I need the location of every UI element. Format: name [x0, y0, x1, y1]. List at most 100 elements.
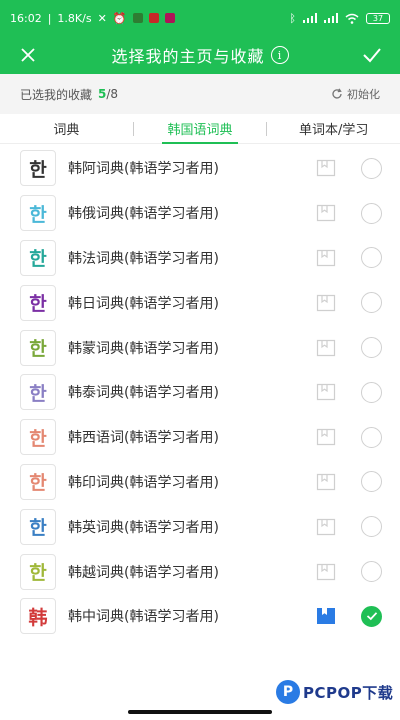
dictionary-name: 韩日词典(韩语学习者用) [68, 295, 219, 312]
dictionary-badge-icon: 한 [20, 374, 56, 411]
dictionary-name: 韩印词典(韩语学习者用) [68, 474, 219, 491]
watermark: P PCPOP下载 [276, 680, 393, 704]
select-radio[interactable] [361, 561, 382, 583]
dictionary-badge-icon: 한 [20, 150, 56, 187]
bookmark-outline-icon [316, 384, 336, 401]
set-homepage-button[interactable] [315, 561, 337, 583]
dictionary-name: 韩泰词典(韩语学习者用) [68, 385, 219, 402]
confirm-button[interactable] [344, 36, 400, 74]
set-homepage-button[interactable] [315, 337, 337, 359]
bookmark-outline-icon [316, 429, 336, 446]
dictionary-badge-icon: 한 [20, 553, 56, 590]
dictionary-row[interactable]: 한 韩法词典(韩语学习者用) [0, 236, 400, 281]
set-homepage-button[interactable] [315, 516, 337, 538]
page-title: 选择我的主页与收藏 [111, 47, 265, 66]
dictionary-row[interactable]: 한 韩西语词(韩语学习者用) [0, 415, 400, 460]
dictionary-row[interactable]: 한 韩泰词典(韩语学习者用) [0, 370, 400, 415]
bookmark-outline-icon [316, 563, 336, 580]
alarm-icon: ⏰ [112, 11, 127, 25]
status-net-speed: 1.8K/s [57, 11, 92, 25]
tab-label: 词典 [53, 123, 80, 138]
reset-label: 初始化 [347, 88, 380, 101]
bookmark-outline-icon [316, 339, 336, 356]
favorites-count-label: 已选我的收藏 [20, 87, 93, 102]
tab-dictionary[interactable]: 词典 [0, 114, 133, 143]
bookmark-outline-icon [316, 518, 336, 535]
bookmark-outline-icon [316, 249, 336, 267]
tab-korean-dictionary[interactable]: 韩国语词典 [134, 114, 267, 144]
dictionary-badge-icon: 韩 [20, 598, 56, 635]
select-radio[interactable] [361, 471, 382, 493]
select-radio[interactable] [361, 426, 382, 448]
wifi-icon [345, 13, 359, 24]
bookmark-outline-icon [316, 473, 336, 491]
dictionary-name: 韩英词典(韩语学习者用) [68, 519, 219, 536]
select-radio[interactable] [361, 381, 382, 403]
dictionary-name: 韩法词典(韩语学习者用) [68, 250, 219, 267]
title-group: 选择我的主页与收藏 i [56, 43, 344, 67]
status-time: 16:02 [10, 11, 42, 25]
dictionary-badge-icon: 한 [20, 329, 56, 366]
home-indicator[interactable] [128, 710, 272, 714]
bookmark-outline-icon [316, 160, 336, 177]
select-radio[interactable] [361, 337, 382, 359]
title-bar: 选择我的主页与收藏 i [0, 36, 400, 74]
tab-wordbook[interactable]: 单词本/学习 [267, 114, 400, 143]
dictionary-row[interactable]: 한 韩日词典(韩语学习者用) [0, 280, 400, 325]
favorites-count-bar: 已选我的收藏 5 / 8 初始化 [0, 74, 400, 114]
select-radio[interactable] [361, 202, 382, 224]
dictionary-name: 韩阿词典(韩语学习者用) [68, 161, 219, 178]
dictionary-badge-icon: 한 [20, 284, 56, 321]
signal-icon [303, 13, 317, 23]
watermark-logo: P [276, 680, 300, 704]
dictionary-name: 韩西语词(韩语学习者用) [68, 430, 219, 447]
select-radio[interactable] [361, 605, 382, 627]
dictionary-row[interactable]: 한 韩阿词典(韩语学习者用) [0, 146, 400, 191]
set-homepage-button[interactable] [315, 471, 337, 493]
dictionary-badge-icon: 한 [20, 239, 56, 276]
dictionary-name: 韩越词典(韩语学习者用) [68, 564, 219, 581]
set-homepage-button[interactable] [315, 157, 337, 179]
dictionary-row[interactable]: 한 韩英词典(韩语学习者用) [0, 504, 400, 549]
dictionary-name: 韩俄词典(韩语学习者用) [68, 206, 219, 223]
bookmark-filled-icon [317, 608, 335, 625]
set-homepage-button[interactable] [315, 292, 337, 314]
dictionary-row[interactable]: 한 韩印词典(韩语学习者用) [0, 460, 400, 505]
set-homepage-button[interactable] [315, 605, 337, 627]
tab-bar: 词典 韩国语词典 单词本/学习 [0, 114, 400, 144]
close-button[interactable] [0, 36, 56, 74]
dictionary-row[interactable]: 한 韩越词典(韩语学习者用) [0, 549, 400, 594]
mute-icon: ✕ [97, 11, 107, 25]
dictionary-row[interactable]: 한 韩俄词典(韩语学习者用) [0, 191, 400, 236]
select-radio[interactable] [361, 516, 382, 538]
bookmark-outline-icon [316, 294, 336, 311]
dictionary-badge-icon: 한 [20, 195, 56, 232]
favorites-count-total: 8 [110, 87, 119, 101]
dictionary-badge-icon: 한 [20, 463, 56, 500]
close-icon [21, 48, 35, 62]
info-icon[interactable]: i [270, 46, 289, 64]
app-notification-icon [164, 13, 175, 23]
favorites-count-current: 5 [98, 87, 107, 101]
set-homepage-button[interactable] [315, 202, 337, 224]
set-homepage-button[interactable] [315, 247, 337, 269]
status-right: ᛒ 37 [289, 11, 390, 25]
select-radio[interactable] [361, 157, 382, 179]
dictionary-name: 韩蒙词典(韩语学习者用) [68, 340, 219, 357]
tab-label: 单词本/学习 [298, 123, 369, 138]
dictionary-row[interactable]: 한 韩蒙词典(韩语学习者用) [0, 325, 400, 370]
status-bar: 16:02 | 1.8K/s ✕ ⏰ ᛒ 37 [0, 0, 400, 36]
tab-label: 韩国语词典 [167, 123, 233, 138]
set-homepage-button[interactable] [315, 426, 337, 448]
dictionary-badge-icon: 한 [20, 508, 56, 545]
set-homepage-button[interactable] [315, 381, 337, 403]
watermark-text: PCPOP下载 [303, 683, 394, 702]
select-radio[interactable] [361, 292, 382, 314]
signal-icon [324, 13, 338, 23]
app-notification-icon [132, 13, 143, 23]
reset-button[interactable]: 初始化 [331, 86, 380, 102]
checkmark-icon [366, 612, 377, 621]
dictionary-row[interactable]: 韩韩中词典(韩语学习者用) [0, 594, 400, 639]
bluetooth-icon: ᛒ [289, 11, 296, 25]
select-radio[interactable] [361, 247, 382, 269]
